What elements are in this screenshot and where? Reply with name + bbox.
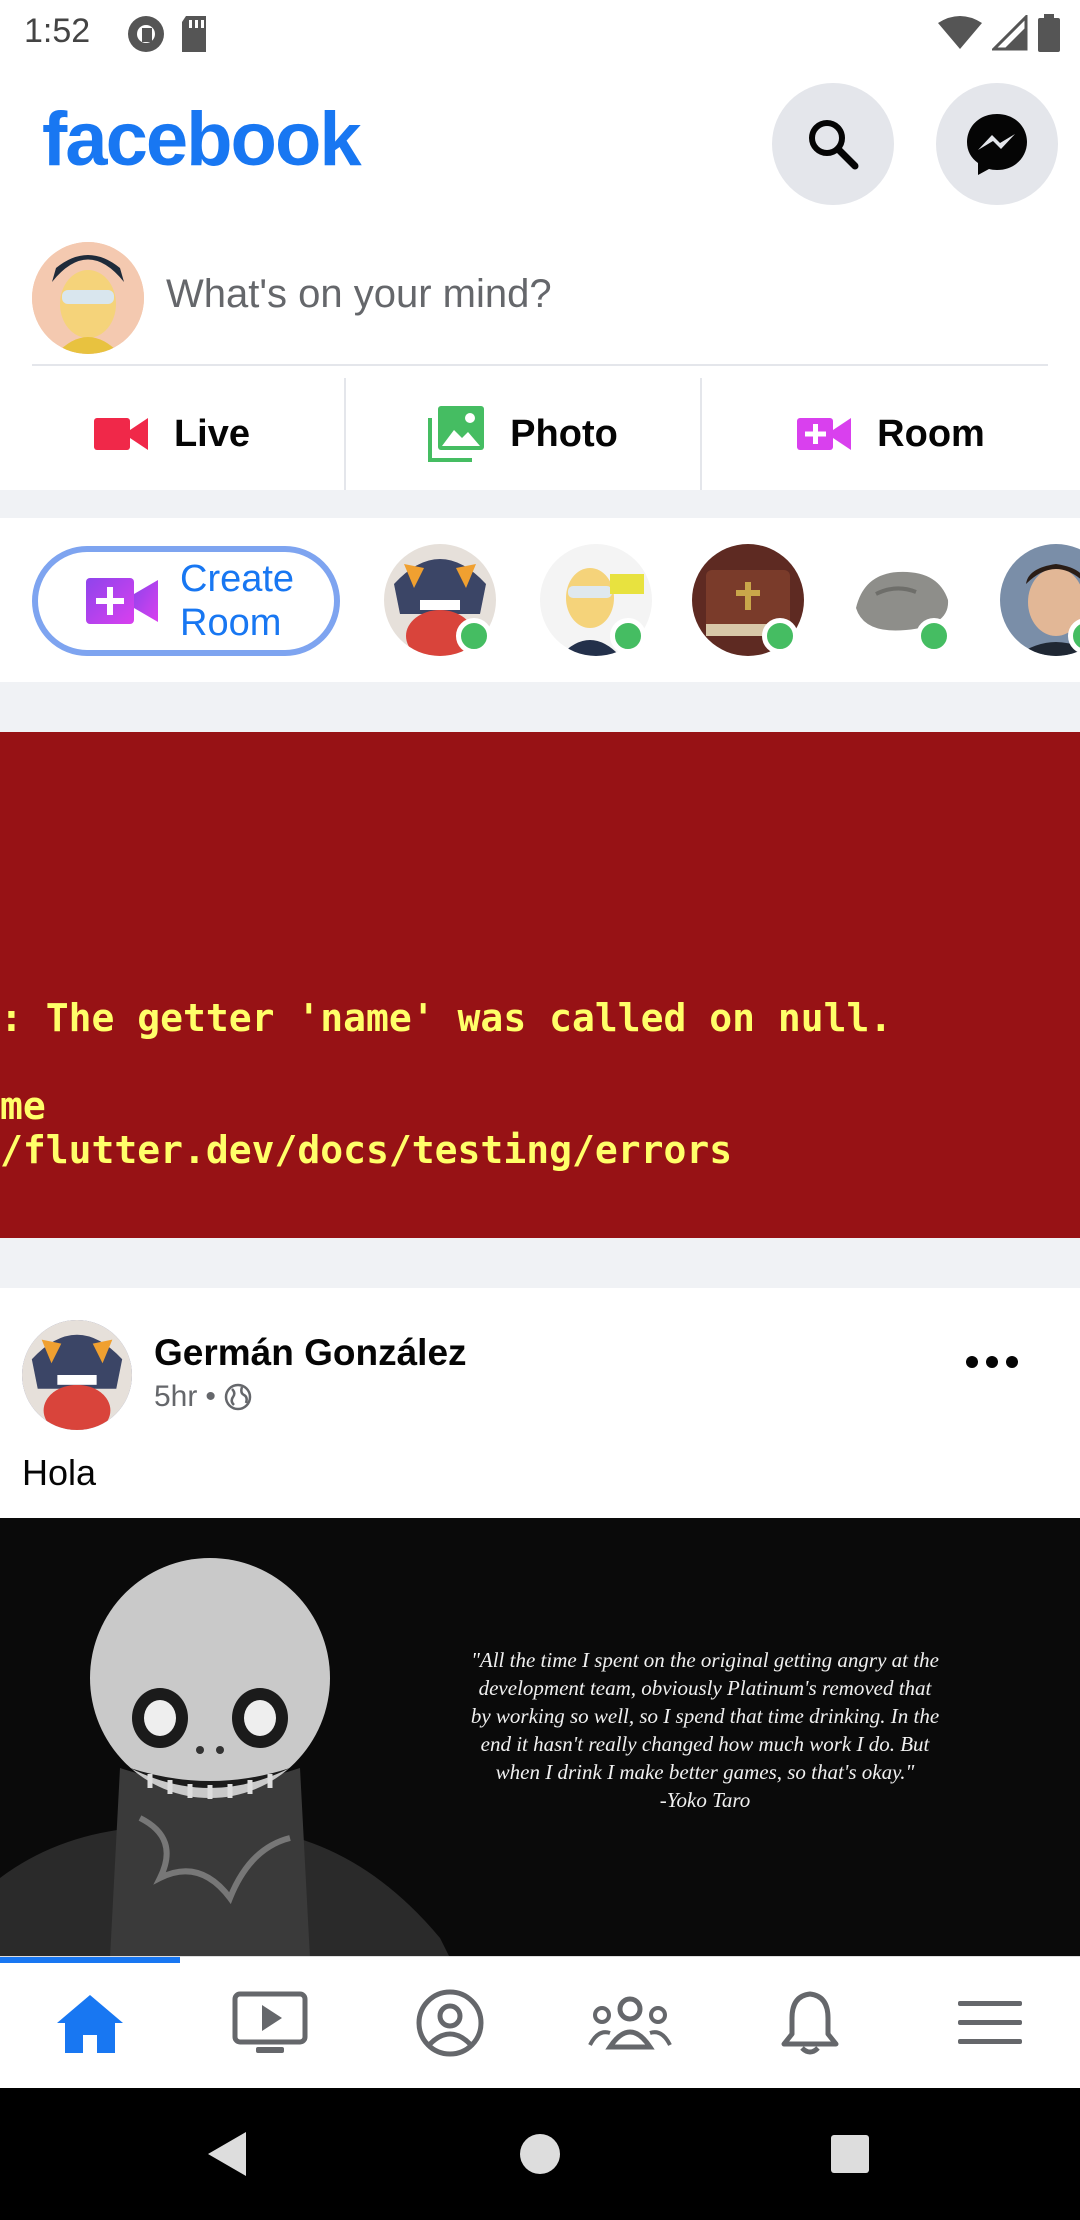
emil-mask-image [0,1558,449,1956]
app-header: facebook [0,68,1080,228]
room-button[interactable]: Room [702,378,1080,490]
feed-post: Germán González 5hr • Hola "All the time… [0,1288,1080,1956]
post-time: 5hr [154,1380,198,1413]
room-video-icon [797,418,852,450]
photo-icon [428,406,485,462]
search-icon [809,120,859,170]
online-indicator [610,618,646,654]
composer-input[interactable]: What's on your mind? [166,272,552,317]
online-indicator [456,618,492,654]
error-line: me [0,1084,46,1128]
flutter-error-box: : The getter 'name' was called on null. … [0,732,1080,1238]
wifi-icon [938,16,982,49]
section-separator [0,682,1080,732]
video-camera-icon [93,418,148,450]
more-dot [1006,1356,1018,1368]
tab-profile[interactable] [360,1957,540,2089]
live-button[interactable]: Live [0,378,346,490]
tab-home[interactable] [0,1957,180,2089]
system-navigation-bar [0,2088,1080,2220]
author-name[interactable]: Germán González [154,1332,467,1374]
facebook-logo[interactable]: facebook [42,96,362,183]
battery-icon [1038,14,1060,52]
pocket-casts-icon [128,16,164,52]
home-button[interactable] [440,2088,640,2220]
search-button[interactable] [772,83,894,205]
quote-attribution: -Yoko Taro [659,1788,751,1812]
notifications-icon [781,1991,839,2055]
live-label: Live [173,412,251,455]
post-text: Hola [22,1452,97,1493]
recents-button[interactable] [750,2088,950,2220]
tab-menu[interactable] [900,1957,1080,2089]
more-dot [986,1356,998,1368]
tab-groups[interactable] [540,1957,720,2089]
post-meta: 5hr • [154,1380,252,1414]
create-room-label: Create Room [180,558,295,644]
menu-icon [958,2001,1022,2044]
author-avatar[interactable] [22,1320,132,1430]
messenger-button[interactable] [936,83,1058,205]
messenger-icon [967,114,1027,175]
room-label: Room [877,412,985,455]
create-room-button[interactable]: Create Room [32,546,340,656]
home-circle-icon [520,2134,560,2174]
post-composer: What's on your mind? Live Photo Room [0,228,1080,490]
online-indicator [916,618,952,654]
status-time: 1:52 [24,12,91,50]
error-message: : The getter 'name' was called on null. [0,996,893,1040]
cellular-signal-icon [992,15,1028,51]
tab-notifications[interactable] [720,1957,900,2089]
post-options-button[interactable] [966,1352,1018,1372]
room-video-icon [86,578,158,624]
post-image[interactable]: "All the time I spent on the original ge… [0,1518,1080,1956]
photo-label: Photo [510,412,618,455]
bottom-navigation [0,1956,1080,2088]
back-button[interactable] [126,2088,326,2220]
user-avatar[interactable] [32,242,144,354]
watch-icon [232,1991,308,2053]
recents-icon [831,2135,869,2173]
quote-body: "All the time I spent on the original ge… [470,1648,940,1784]
photo-button[interactable]: Photo [346,378,702,490]
profile-icon [416,1989,484,2057]
more-dot [966,1356,978,1368]
quote-text: "All the time I spent on the original ge… [470,1646,940,1814]
tab-watch[interactable] [180,1957,360,2089]
section-separator [0,1238,1080,1288]
globe-icon [224,1383,252,1411]
online-indicator [762,618,798,654]
error-link: /flutter.dev/docs/testing/errors [0,1128,733,1172]
rooms-strip: Create Room [0,518,1080,682]
sd-card-icon [182,16,206,52]
groups-icon [588,1996,672,2050]
section-separator [0,490,1080,518]
status-bar: 1:52 [0,0,1080,68]
meta-separator: • [205,1380,216,1413]
home-icon [57,1995,123,2053]
back-icon [208,2132,246,2176]
divider [32,364,1048,366]
